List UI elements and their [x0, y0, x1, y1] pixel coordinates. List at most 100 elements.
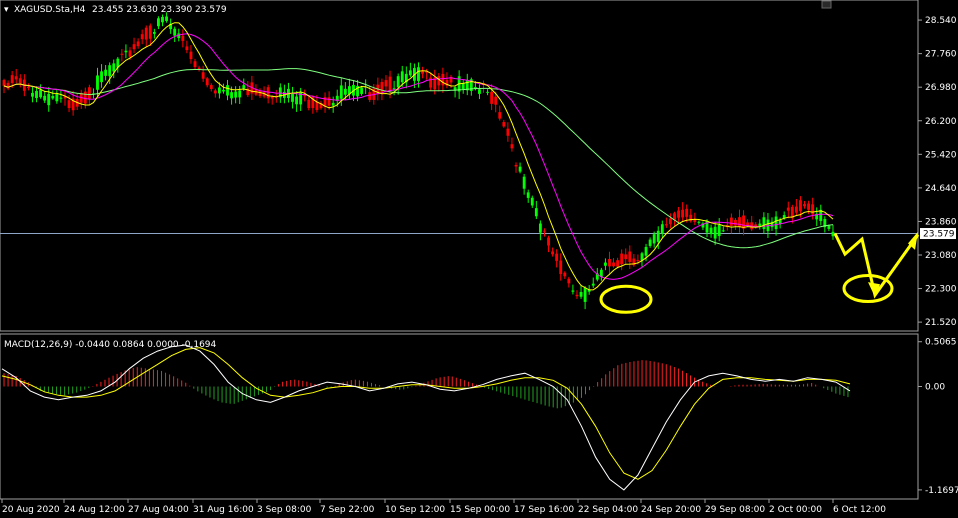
candle-body	[453, 87, 457, 90]
candle-body	[242, 85, 246, 89]
candle-body	[2, 80, 6, 86]
candle-body	[124, 50, 128, 53]
candle-body	[660, 224, 664, 234]
candle-body	[421, 71, 424, 74]
candle-body	[209, 85, 213, 89]
candle-body	[571, 290, 575, 292]
candle-body	[388, 76, 392, 91]
candle-body	[165, 16, 168, 21]
y-tick-label: 27.760	[925, 50, 957, 60]
candle-body	[567, 278, 571, 284]
candle-body	[148, 25, 152, 39]
candle-body	[603, 262, 607, 266]
candle-body	[222, 89, 225, 92]
chart-dropdown-icon[interactable]: ▾	[4, 5, 9, 15]
candle-body	[807, 203, 811, 210]
candle-body	[47, 93, 51, 106]
candle-body	[144, 27, 148, 40]
y-tick-label: 25.420	[925, 150, 957, 160]
candle-body	[555, 253, 559, 261]
candle-body	[583, 287, 587, 302]
candle-body	[67, 100, 71, 109]
macd-header: MACD(12,26,9) -0.0440 0.0864 0.0000 -0.1…	[4, 340, 217, 350]
candle-body	[185, 46, 189, 51]
candle-body	[217, 87, 221, 94]
candle-body	[120, 53, 124, 55]
candle-body	[83, 91, 87, 104]
candle-body	[697, 221, 701, 223]
candle-body	[734, 219, 737, 226]
candle-body	[803, 204, 806, 207]
candle-body	[543, 230, 546, 232]
candle-body	[238, 90, 242, 98]
candle-body	[721, 230, 725, 232]
candle-body	[827, 225, 831, 229]
y-tick-label: 21.520	[925, 318, 957, 328]
candle-body	[478, 89, 481, 94]
macd-y-tick-label: -1.1697	[925, 486, 958, 496]
candle-body	[441, 73, 445, 86]
candle-body	[291, 94, 294, 102]
chart-canvas: ▾ XAGUSD.Sta,H4 23.455 23.630 23.390 23.…	[0, 0, 958, 518]
candle-body	[189, 51, 193, 60]
y-tick-label: 23.860	[925, 217, 957, 227]
candle-body	[193, 61, 197, 67]
candle-body	[213, 90, 217, 94]
candle-body	[628, 251, 632, 262]
candle-body	[392, 88, 396, 90]
x-tick-label: 2 Oct 00:00	[769, 505, 822, 515]
candle-body	[307, 99, 311, 109]
candle-body	[522, 176, 526, 189]
y-tick-label: 26.200	[925, 117, 957, 127]
candle-body	[506, 128, 510, 136]
candle-body	[664, 224, 668, 226]
candle-body	[612, 262, 615, 267]
candle-body	[132, 44, 136, 50]
candle-body	[339, 85, 343, 99]
close-chart-icon[interactable]	[821, 0, 832, 9]
candle-body	[563, 272, 567, 277]
x-tick-label: 20 Aug 2020	[2, 505, 60, 515]
candle-body	[526, 192, 530, 198]
candle-body	[408, 70, 412, 76]
candle-body	[26, 86, 30, 89]
candle-body	[55, 93, 59, 102]
candle-body	[295, 96, 299, 105]
chart-background	[0, 0, 958, 518]
candle-body	[547, 237, 550, 246]
x-tick-label: 6 Oct 12:00	[833, 505, 886, 515]
candle-body	[234, 91, 238, 98]
symbol-header: XAGUSD.Sta,H4	[14, 5, 86, 15]
candle-body	[514, 164, 518, 167]
y-tick-label: 26.980	[925, 83, 957, 93]
candle-body	[811, 204, 815, 215]
x-tick-label: 3 Sep 08:00	[257, 505, 312, 515]
candle-body	[738, 217, 741, 227]
y-tick-label: 24.640	[925, 184, 957, 194]
x-tick-label: 29 Sep 08:00	[705, 505, 765, 515]
candle-body	[762, 217, 766, 230]
ohlc-header: 23.455 23.630 23.390 23.579	[92, 5, 227, 15]
current-price-tag: 23.579	[920, 228, 956, 240]
candle-body	[128, 50, 132, 57]
candle-body	[620, 253, 624, 265]
candle-body	[461, 83, 465, 90]
macd-y-tick-label: 0.00	[925, 383, 945, 393]
candle-body	[368, 92, 372, 100]
candle-body	[644, 246, 648, 256]
candle-body	[591, 283, 595, 286]
current-price-label: 23.579	[923, 230, 955, 240]
candle-body	[35, 91, 38, 98]
x-tick-label: 15 Sep 00:00	[450, 505, 510, 515]
candle-body	[681, 209, 685, 218]
candle-body	[774, 216, 778, 230]
candle-body	[226, 85, 229, 96]
x-tick-label: 7 Sep 22:00	[320, 505, 375, 515]
x-tick-label: 27 Aug 04:00	[128, 505, 189, 515]
candle-body	[579, 291, 583, 297]
candle-body	[799, 200, 802, 212]
y-tick-label: 23.080	[925, 251, 957, 261]
candle-body	[104, 69, 108, 76]
candle-body	[538, 223, 542, 233]
candle-body	[14, 76, 18, 80]
